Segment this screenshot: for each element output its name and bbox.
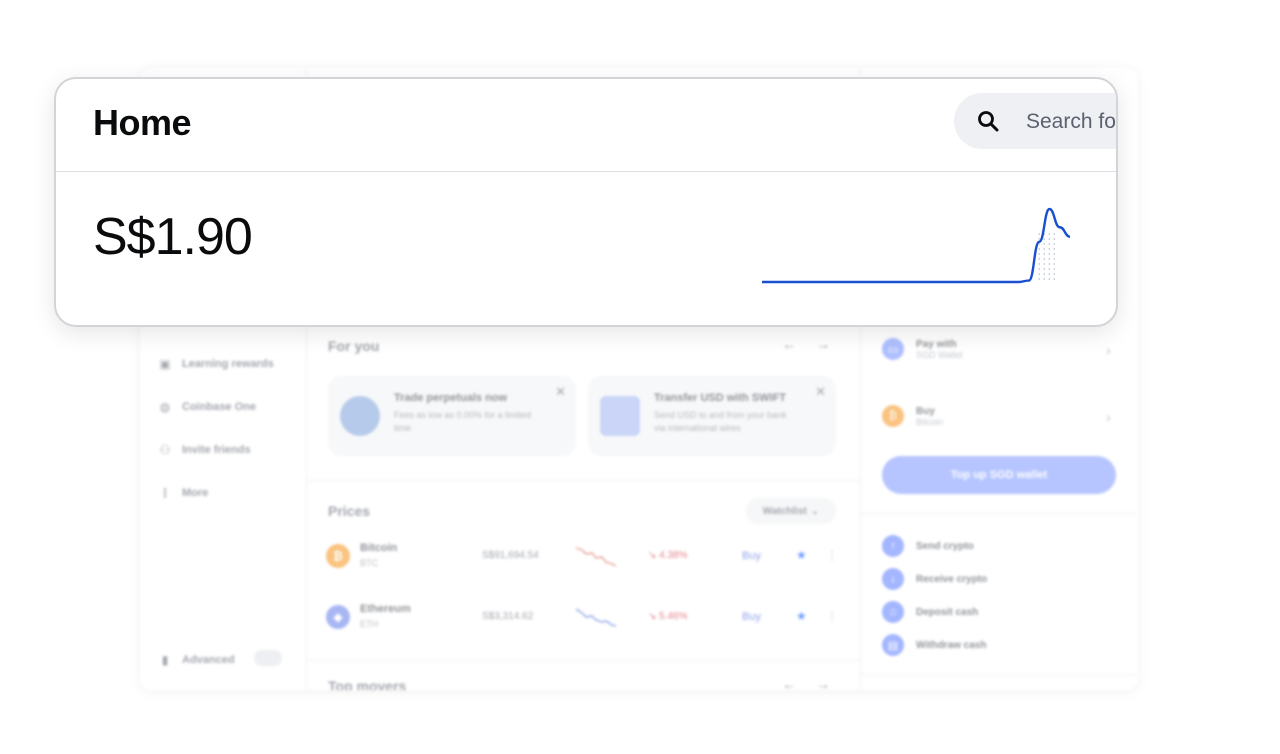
divider <box>306 660 860 661</box>
bank-icon: ⌂ <box>882 601 904 623</box>
divider <box>860 513 1138 514</box>
action-label: Withdraw cash <box>916 639 987 651</box>
bank-illustration-icon <box>600 396 640 436</box>
cash-icon: ▤ <box>882 634 904 656</box>
prices-title: Prices <box>328 503 371 519</box>
card-title: Transfer USD with SWIFT <box>654 392 787 404</box>
wallet-icon: ▭ <box>882 338 904 360</box>
chevron-right-icon: › <box>1106 409 1111 425</box>
arrow-left-icon[interactable]: ← <box>782 336 796 352</box>
chevron-down-icon: ⌄ <box>810 505 820 517</box>
buy-button[interactable]: Buy <box>742 611 761 623</box>
buy-asset-row[interactable]: ₿ Buy Bitcoin <box>882 405 943 427</box>
page-header: Home <box>56 79 1116 172</box>
sidebar-item-coinbase-one[interactable]: ◍ Coinbase One <box>158 395 256 419</box>
advanced-toggle[interactable] <box>254 650 282 666</box>
action-label: Deposit cash <box>916 606 979 618</box>
watchlist-label: Watchlist <box>762 505 807 517</box>
close-icon[interactable]: ✕ <box>555 384 566 400</box>
arrow-right-icon[interactable]: → <box>816 676 830 690</box>
asset-name: Ethereum <box>360 603 411 615</box>
asset-change: ↘ 4.38% <box>648 550 688 561</box>
search-icon <box>978 111 999 132</box>
receive-crypto-action[interactable]: ↓ Receive crypto <box>882 568 987 590</box>
send-crypto-action[interactable]: ↑ Send crypto <box>882 535 974 557</box>
person-add-icon: ⚇ <box>159 443 171 457</box>
sparkline-bitcoin <box>576 547 616 567</box>
asset-symbol: ETH <box>360 619 378 629</box>
pay-with-value: SGD Wallet <box>916 349 963 360</box>
arrow-left-icon[interactable]: ← <box>782 676 796 690</box>
portfolio-chart <box>762 207 1071 284</box>
sidebar-item-label: Learning rewards <box>182 358 274 370</box>
ethereum-icon: ◆ <box>326 605 350 629</box>
sidebar-item-label: More <box>182 487 209 499</box>
asset-price: S$3,314.62 <box>482 611 534 622</box>
asset-price: S$91,694.54 <box>482 550 539 561</box>
advanced-label: Advanced <box>182 654 235 666</box>
for-you-title: For you <box>328 338 380 354</box>
search-bar[interactable] <box>954 93 1116 149</box>
sidebar-item-label: Coinbase One <box>182 401 256 413</box>
sidebar-item-more[interactable]: ⋮ More <box>158 481 208 505</box>
arrow-up-icon: ↑ <box>882 535 904 557</box>
chevron-right-icon: › <box>1106 342 1111 358</box>
asset-name: Bitcoin <box>360 542 398 554</box>
globe-icon: ◍ <box>159 400 171 414</box>
buy-label: Buy <box>916 405 935 417</box>
topup-wallet-button[interactable]: Top up SGD wallet <box>882 456 1116 494</box>
more-icon[interactable]: ⋮ <box>826 609 838 623</box>
top-movers-title: Top movers <box>328 678 407 690</box>
divider <box>306 480 860 481</box>
more-vertical-icon: ⋮ <box>159 486 171 500</box>
zoomed-home-card: Home S$1.90 <box>54 77 1118 327</box>
search-input[interactable] <box>1024 101 1116 143</box>
sidebar-item-label: Invite friends <box>182 444 251 456</box>
sidebar-item-invite-friends[interactable]: ⚇ Invite friends <box>158 438 251 462</box>
globe-illustration-icon <box>340 396 380 436</box>
sidebar-item-learning-rewards[interactable]: ▣ Learning rewards <box>158 352 274 376</box>
card-title: Trade perpetuals now <box>394 392 508 404</box>
asset-symbol: BTC <box>360 558 378 568</box>
page-title: Home <box>93 102 192 143</box>
sparkline-ethereum <box>576 608 616 627</box>
withdraw-cash-action[interactable]: ▤ Withdraw cash <box>882 634 986 656</box>
action-label: Receive crypto <box>916 573 988 585</box>
action-label: Send crypto <box>916 540 974 552</box>
price-row-bitcoin[interactable]: ₿ Bitcoin BTC S$91,694.54 ↘ 4.38% Buy ★ … <box>326 540 840 576</box>
promo-card-perpetuals[interactable]: Trade perpetuals now Fees as low as 0.00… <box>328 376 576 456</box>
close-icon[interactable]: ✕ <box>815 384 826 400</box>
more-icon[interactable]: ⋮ <box>826 548 838 562</box>
watchlist-dropdown[interactable]: Watchlist ⌄ <box>746 498 836 524</box>
arrow-right-icon[interactable]: → <box>816 336 830 352</box>
promo-card-swift[interactable]: Transfer USD with SWIFT Send USD to and … <box>588 376 836 456</box>
chart-bars-icon: ▮ <box>161 653 169 667</box>
bitcoin-icon: ₿ <box>882 405 904 427</box>
price-row-ethereum[interactable]: ◆ Ethereum ETH S$3,314.62 ↘ 5.46% Buy ★ … <box>326 601 840 637</box>
asset-change: ↘ 5.46% <box>648 611 688 622</box>
card-body: Send USD to and from your bank via inter… <box>654 410 787 433</box>
card-body: Fees as low as 0.00% for a limited time <box>394 410 532 433</box>
gift-icon: ▣ <box>159 357 171 371</box>
portfolio-line <box>762 207 1071 284</box>
buy-button[interactable]: Buy <box>742 550 761 562</box>
buy-value: Bitcoin <box>916 416 944 427</box>
pay-with-row[interactable]: ▭ Pay with SGD Wallet <box>882 338 963 360</box>
arrow-down-icon: ↓ <box>882 568 904 590</box>
divider <box>860 674 1138 675</box>
deposit-cash-action[interactable]: ⌂ Deposit cash <box>882 601 978 623</box>
sidebar-item-advanced: ▮ Advanced <box>158 648 235 672</box>
star-icon[interactable]: ★ <box>796 609 807 623</box>
bitcoin-icon: ₿ <box>326 544 350 568</box>
portfolio-balance: S$1.90 <box>93 208 253 266</box>
star-icon[interactable]: ★ <box>796 548 807 562</box>
pay-with-label: Pay with <box>916 338 957 350</box>
